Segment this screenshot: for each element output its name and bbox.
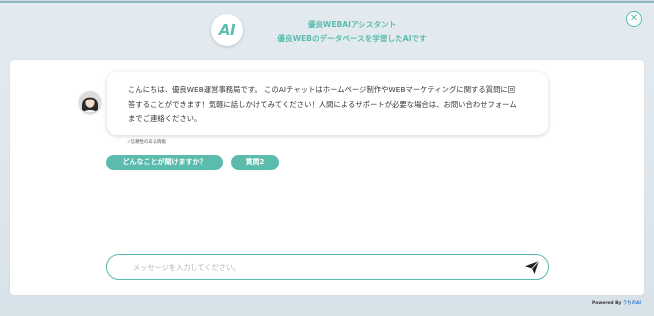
assistant-message-line: こんにちは、優良WEB運営事務局です。 このAIチャットはホームページ制作やWE… xyxy=(128,85,516,94)
close-button[interactable]: ✕ xyxy=(626,11,642,27)
chat-header: AI 優良WEBAIアシスタント 優良WEBのデータベースを学習したAIです ✕ xyxy=(0,1,654,59)
assistant-message-bubble: こんにちは、優良WEB運営事務局です。 このAIチャットはホームページ制作やWE… xyxy=(107,72,548,135)
suggestion-chip-question-2[interactable]: 質問2 xyxy=(231,155,279,170)
ai-logo: AI xyxy=(211,14,243,46)
send-icon xyxy=(525,260,540,274)
chat-widget-frame: AI 優良WEBAIアシスタント 優良WEBのデータベースを学習したAIです ✕… xyxy=(0,0,654,316)
send-button[interactable] xyxy=(524,260,540,275)
assistant-subtitle: 優良WEBのデータベースを学習したAIです xyxy=(277,33,427,43)
assistant-message-line: 答することができます！気軽に話しかけてみてください！人間によるサポートが必要な場… xyxy=(128,99,517,109)
brand-link[interactable]: うちのAI xyxy=(623,301,641,306)
powered-by-label: Powered By xyxy=(592,301,622,306)
close-icon: ✕ xyxy=(629,13,639,24)
powered-by: Powered By うちのAI xyxy=(592,300,641,306)
assistant-title: 優良WEBAIアシスタント xyxy=(307,20,397,29)
suggestion-chip-what-can-i-ask[interactable]: どんなことが聞けますか？ xyxy=(106,155,223,170)
ai-logo-text: AI xyxy=(218,21,236,39)
message-composer xyxy=(106,254,549,280)
reliability-note: ✓信頼性のある情報 xyxy=(127,140,166,145)
assistant-avatar xyxy=(79,91,101,113)
message-input[interactable] xyxy=(133,260,513,275)
assistant-message: こんにちは、優良WEB運営事務局です。 このAIチャットはホームページ制作やWE… xyxy=(128,83,532,127)
assistant-message-line: までご連絡ください。 xyxy=(128,114,202,123)
avatar-image xyxy=(79,91,101,113)
